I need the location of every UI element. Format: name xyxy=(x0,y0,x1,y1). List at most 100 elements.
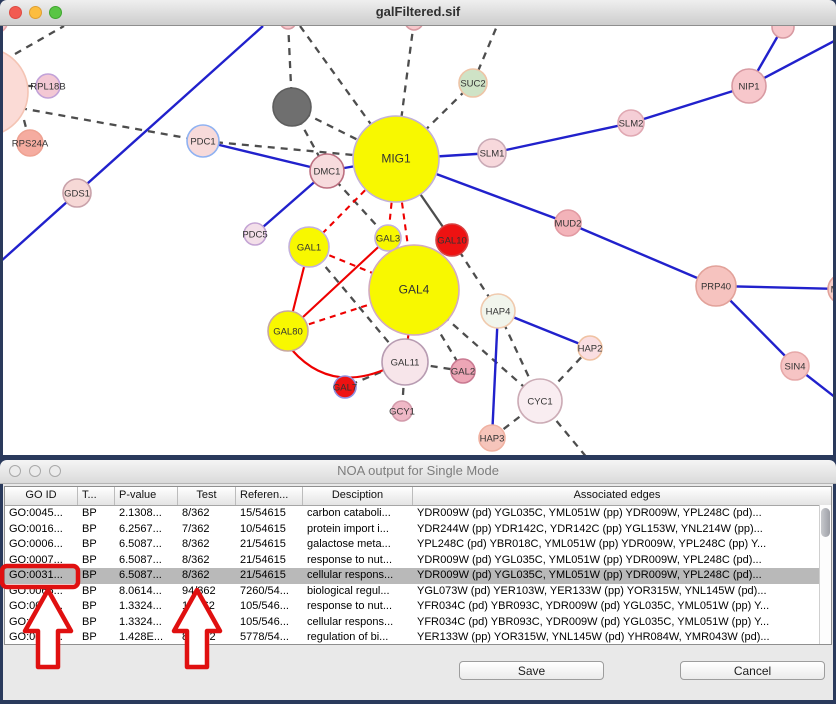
cell-type: BP xyxy=(78,630,115,645)
network-graph: RPL18BRPS24AGDS1PDC1DMC1MIG1SUC2SLM1SLM2… xyxy=(3,26,833,455)
column-header-type[interactable]: T... xyxy=(78,487,115,505)
cell-edges: YDR244W (pp) YDR142C, YDR142C (pp) YGL15… xyxy=(413,522,821,538)
network-node-label: GAL7 xyxy=(333,383,357,394)
network-edge-blue[interactable] xyxy=(568,223,716,286)
cell-test: 11/362 xyxy=(178,615,236,631)
cell-reference: 21/54615 xyxy=(236,553,303,569)
table-row[interactable]: GO:0031...BP1.3324...11/362105/546...cel… xyxy=(5,615,831,631)
network-node-label: PDC5 xyxy=(242,230,267,241)
cell-reference: 21/54615 xyxy=(236,568,303,584)
network-node-label: PDC1 xyxy=(190,137,215,148)
network-node-top-mid-node2[interactable] xyxy=(280,26,296,29)
cell-type: BP xyxy=(78,599,115,615)
column-header-goid[interactable]: GO ID xyxy=(5,487,78,505)
cell-reference: 105/546... xyxy=(236,599,303,615)
scrollbar-thumb[interactable] xyxy=(821,508,830,537)
cell-test: 94/362 xyxy=(178,584,236,600)
cell-pvalue: 1.3324... xyxy=(115,615,178,631)
cell-type: BP xyxy=(78,506,115,522)
network-node-label: MUD2 xyxy=(555,219,582,230)
cell-goid: GO:0031... xyxy=(5,599,78,615)
network-edge-blue[interactable] xyxy=(492,123,631,153)
network-edge-blue[interactable] xyxy=(631,86,749,123)
noa-window-titlebar[interactable]: NOA output for Single Mode xyxy=(0,460,836,484)
cell-type: BP xyxy=(78,615,115,631)
network-node-top-mid-node[interactable] xyxy=(405,26,423,30)
cell-goid: GO:0006... xyxy=(5,537,78,553)
cell-test: 8/362 xyxy=(178,506,236,522)
cell-goid: GO:0007... xyxy=(5,553,78,569)
network-edge-dash[interactable] xyxy=(20,108,203,141)
table-row[interactable]: GO:0007...BP6.5087...8/36221/54615respon… xyxy=(5,553,831,569)
cell-reference: 5778/54... xyxy=(236,630,303,645)
column-header-test[interactable]: Test xyxy=(178,487,236,505)
cell-pvalue: 6.5087... xyxy=(115,553,178,569)
table-row[interactable]: GO:0031...BP6.5087...8/36221/54615cellul… xyxy=(5,568,831,584)
cell-pvalue: 1.428E... xyxy=(115,630,178,645)
network-edge-blue[interactable] xyxy=(203,141,327,171)
column-header-pvalue[interactable]: P-value xyxy=(115,487,178,505)
cell-pvalue: 6.2567... xyxy=(115,522,178,538)
network-edge-red[interactable] xyxy=(292,350,386,378)
cell-type: BP xyxy=(78,568,115,584)
table-row[interactable]: GO:0031...BP1.3324...11/362105/546...res… xyxy=(5,599,831,615)
cell-edges: YDR009W (pd) YGL035C, YML051W (pp) YDR00… xyxy=(413,553,821,569)
cancel-button[interactable]: Cancel xyxy=(680,661,825,680)
network-node-label: GAL4 xyxy=(399,283,430,297)
cell-edges: YFR034C (pd) YBR093C, YDR009W (pd) YGL03… xyxy=(413,615,821,631)
cell-reference: 7260/54... xyxy=(236,584,303,600)
save-button[interactable]: Save xyxy=(459,661,604,680)
network-node-top-right-node[interactable] xyxy=(772,26,794,38)
cell-goid: GO:0031... xyxy=(5,615,78,631)
network-edge-dash[interactable] xyxy=(15,26,64,54)
cell-description: cellular respons... xyxy=(303,615,413,631)
network-node-corner-node[interactable] xyxy=(3,26,7,32)
cell-description: cellular respons... xyxy=(303,568,413,584)
network-node-label: GCY1 xyxy=(389,407,415,418)
network-edge-blue[interactable] xyxy=(492,311,498,438)
screen: galFiltered.sif RPL18BRPS24AGDS1PDC1DMC1… xyxy=(0,0,836,704)
network-node-label: HAP4 xyxy=(486,307,511,318)
cell-edges: YER133W (pp) YOR315W, YNL145W (pd) YHR08… xyxy=(413,630,821,645)
table-row[interactable]: GO:0006...BP6.5087...8/36221/54615galact… xyxy=(5,537,831,553)
cell-pvalue: 6.5087... xyxy=(115,568,178,584)
noa-window-title: NOA output for Single Mode xyxy=(0,463,836,478)
column-header-edges[interactable]: Associated edges xyxy=(413,487,821,505)
table-row[interactable]: GO:0045...BP2.1308...8/36215/54615carbon… xyxy=(5,506,831,522)
network-node-gray-node[interactable] xyxy=(273,88,311,126)
vertical-scrollbar[interactable] xyxy=(819,505,831,644)
network-node-label: GAL3 xyxy=(376,234,400,245)
cell-test: 80/362 xyxy=(178,630,236,645)
network-window-title: galFiltered.sif xyxy=(0,4,836,19)
table-row[interactable]: GO:0050...BP1.428E...80/3625778/54...reg… xyxy=(5,630,831,645)
cell-type: BP xyxy=(78,553,115,569)
cell-edges: YGL073W (pd) YER103W, YER133W (pp) YOR31… xyxy=(413,584,821,600)
cell-edges: YDR009W (pd) YGL035C, YML051W (pp) YDR00… xyxy=(413,506,821,522)
cell-edges: YFR034C (pd) YBR093C, YDR009W (pd) YGL03… xyxy=(413,599,821,615)
network-node-label: GAL1 xyxy=(297,243,321,254)
cell-test: 8/362 xyxy=(178,568,236,584)
column-header-reference[interactable]: Referen... xyxy=(236,487,303,505)
cell-pvalue: 8.0614... xyxy=(115,584,178,600)
cell-test: 11/362 xyxy=(178,599,236,615)
network-node-label: GAL10 xyxy=(437,236,467,247)
network-window-titlebar[interactable]: galFiltered.sif xyxy=(0,0,836,26)
network-node-label: HAP3 xyxy=(480,434,505,445)
cell-pvalue: 2.1308... xyxy=(115,506,178,522)
network-node-label: RPL18B xyxy=(30,82,65,93)
column-header-description[interactable]: Desciption xyxy=(303,487,413,505)
network-node-label: GAL11 xyxy=(391,358,420,369)
network-canvas[interactable]: RPL18BRPS24AGDS1PDC1DMC1MIG1SUC2SLM1SLM2… xyxy=(3,26,833,455)
cell-type: BP xyxy=(78,537,115,553)
cell-reference: 21/54615 xyxy=(236,537,303,553)
cell-goid: GO:0031... xyxy=(5,568,78,584)
network-node-label: MSL1 xyxy=(831,285,833,296)
table-row[interactable]: GO:0016...BP6.2567...7/36210/54615protei… xyxy=(5,522,831,538)
cell-reference: 15/54615 xyxy=(236,506,303,522)
network-node-label: SLM1 xyxy=(480,149,505,160)
table-row[interactable]: GO:0065...BP8.0614...94/3627260/54...bio… xyxy=(5,584,831,600)
network-node-label: SLM2 xyxy=(619,119,644,130)
network-node-label: RPS24A xyxy=(12,139,49,150)
cell-description: response to nut... xyxy=(303,599,413,615)
cell-type: BP xyxy=(78,584,115,600)
